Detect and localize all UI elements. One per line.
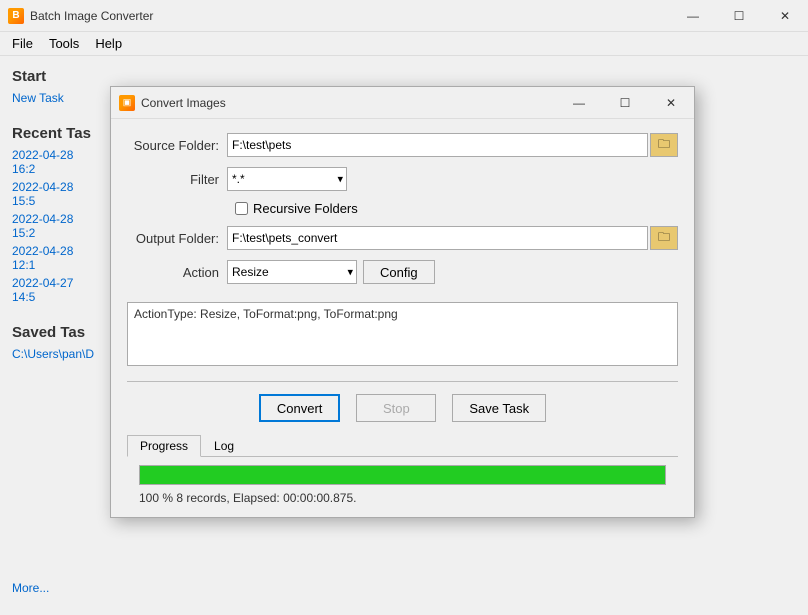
stop-button[interactable]: Stop: [356, 394, 436, 422]
recent-link-0[interactable]: 2022-04-28 16:2: [12, 148, 98, 176]
window-controls: — ☐ ✕: [670, 0, 808, 32]
action-row: Action Resize Convert Crop Rotate Waterm…: [127, 260, 678, 284]
dialog-divider: [127, 381, 678, 382]
progress-status-label: 100 % 8 records, Elapsed: 00:00:00.875.: [139, 491, 666, 505]
action-select[interactable]: Resize Convert Crop Rotate Watermark: [227, 260, 357, 284]
app-title-bar: B Batch Image Converter — ☐ ✕: [0, 0, 808, 32]
save-task-button[interactable]: Save Task: [452, 394, 546, 422]
source-folder-browse-button[interactable]: 🗀: [650, 133, 678, 157]
saved-section-title: Saved Tas: [12, 324, 98, 341]
sidebar: Start New Task Recent Tas 2022-04-28 16:…: [0, 56, 110, 615]
config-button[interactable]: Config: [363, 260, 435, 284]
dialog-maximize-button[interactable]: ☐: [602, 87, 648, 119]
menu-file[interactable]: File: [4, 34, 41, 53]
maximize-button[interactable]: ☐: [716, 0, 762, 32]
recursive-row: Recursive Folders: [127, 201, 678, 216]
app-icon: B: [8, 8, 24, 24]
source-folder-row: Source Folder: 🗀: [127, 133, 678, 157]
dialog-body: Source Folder: 🗀 Filter *.* *.jpg: [111, 119, 694, 517]
source-folder-input[interactable]: [227, 133, 648, 157]
action-control: Resize Convert Crop Rotate Watermark Con…: [227, 260, 678, 284]
output-folder-input[interactable]: [227, 226, 648, 250]
recent-section-title: Recent Tas: [12, 125, 98, 142]
dialog-minimize-button[interactable]: —: [556, 87, 602, 119]
action-info-textarea[interactable]: [127, 302, 678, 366]
recent-link-3[interactable]: 2022-04-28 12:1: [12, 244, 98, 272]
convert-images-dialog: ▣ Convert Images — ☐ ✕ Source Folder: 🗀: [110, 86, 695, 518]
button-row: Convert Stop Save Task: [127, 394, 678, 422]
recent-link-1[interactable]: 2022-04-28 15:5: [12, 180, 98, 208]
progress-bar-track: [139, 465, 666, 485]
output-folder-control: 🗀: [227, 226, 678, 250]
saved-link-0[interactable]: C:\Users\pan\D: [12, 347, 98, 361]
dialog-close-button[interactable]: ✕: [648, 87, 694, 119]
dialog-controls: — ☐ ✕: [556, 87, 694, 119]
filter-select-wrapper: *.* *.jpg *.png *.bmp *.gif: [227, 167, 347, 191]
recent-link-4[interactable]: 2022-04-27 14:5: [12, 276, 98, 304]
source-folder-control: 🗀: [227, 133, 678, 157]
output-folder-label: Output Folder:: [127, 231, 227, 246]
close-button[interactable]: ✕: [762, 0, 808, 32]
filter-control: *.* *.jpg *.png *.bmp *.gif: [227, 167, 678, 191]
progress-tabs: Progress Log: [127, 434, 678, 457]
output-folder-browse-button[interactable]: 🗀: [650, 226, 678, 250]
more-link[interactable]: More...: [12, 581, 49, 595]
minimize-button[interactable]: —: [670, 0, 716, 32]
action-label: Action: [127, 265, 227, 280]
filter-label: Filter: [127, 172, 227, 187]
tab-progress[interactable]: Progress: [127, 435, 201, 457]
progress-bar-fill: [140, 466, 665, 484]
convert-button[interactable]: Convert: [259, 394, 341, 422]
dialog-title: Convert Images: [141, 96, 226, 110]
recursive-checkbox[interactable]: [235, 202, 248, 215]
tab-log[interactable]: Log: [201, 435, 247, 457]
modal-overlay: ▣ Convert Images — ☐ ✕ Source Folder: 🗀: [0, 56, 808, 615]
start-section-title: Start: [12, 68, 98, 85]
action-select-wrapper: Resize Convert Crop Rotate Watermark: [227, 260, 357, 284]
dialog-title-bar: ▣ Convert Images — ☐ ✕: [111, 87, 694, 119]
progress-container: 100 % 8 records, Elapsed: 00:00:00.875.: [127, 465, 678, 505]
output-folder-row: Output Folder: 🗀: [127, 226, 678, 250]
filter-select[interactable]: *.* *.jpg *.png *.bmp *.gif: [227, 167, 347, 191]
menu-bar: File Tools Help: [0, 32, 808, 56]
menu-help[interactable]: Help: [87, 34, 130, 53]
recursive-label: Recursive Folders: [253, 201, 358, 216]
main-content: Start New Task Recent Tas 2022-04-28 16:…: [0, 56, 808, 615]
new-task-link[interactable]: New Task: [12, 91, 98, 105]
recent-link-2[interactable]: 2022-04-28 15:2: [12, 212, 98, 240]
menu-tools[interactable]: Tools: [41, 34, 87, 53]
source-folder-label: Source Folder:: [127, 138, 227, 153]
dialog-icon: ▣: [119, 95, 135, 111]
app-title: Batch Image Converter: [30, 9, 153, 23]
filter-row: Filter *.* *.jpg *.png *.bmp *.gif: [127, 167, 678, 191]
